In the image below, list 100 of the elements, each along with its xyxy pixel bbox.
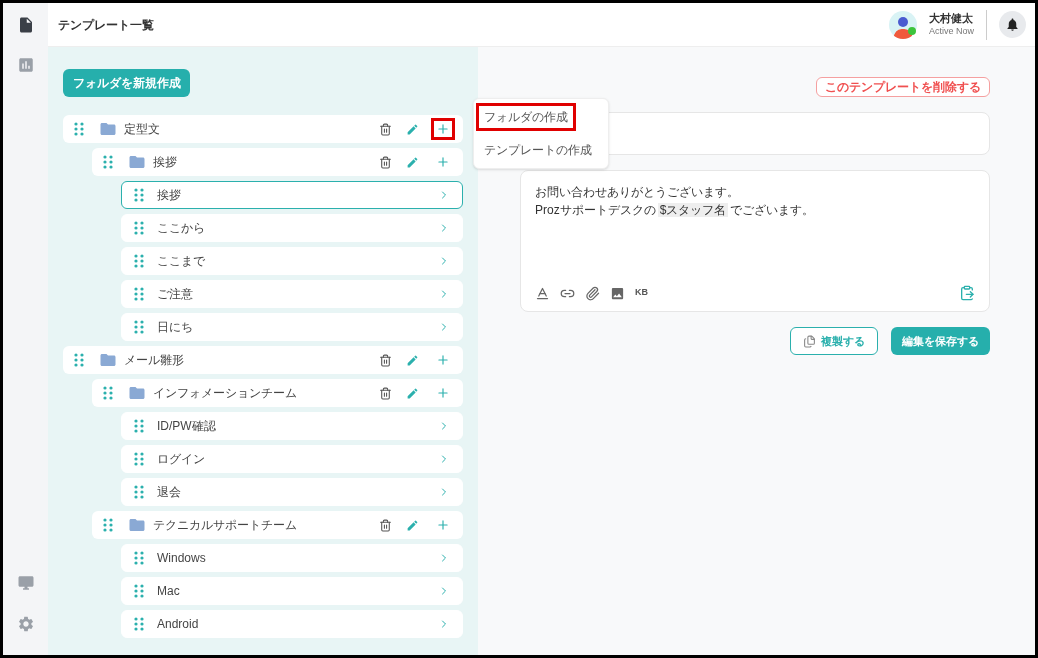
- drag-handle-icon[interactable]: [74, 353, 84, 367]
- drag-handle-icon[interactable]: [134, 419, 144, 433]
- pencil-icon: [405, 518, 419, 532]
- pencil-icon: [405, 122, 419, 136]
- folder-icon: [99, 351, 117, 369]
- template-name: Android: [157, 616, 199, 633]
- template-name: ログイン: [157, 451, 205, 468]
- template-name: 挨拶: [157, 187, 181, 204]
- pencil-icon: [405, 386, 419, 400]
- template-row[interactable]: ここまで: [121, 247, 463, 275]
- drag-handle-icon[interactable]: [74, 122, 84, 136]
- image-button[interactable]: [610, 285, 625, 301]
- trash-icon: [378, 353, 392, 367]
- template-name: Mac: [157, 583, 180, 600]
- template-name: 退会: [157, 484, 181, 501]
- paperclip-icon: [585, 285, 600, 301]
- notifications-button[interactable]: [999, 11, 1026, 38]
- pencil-icon: [405, 353, 419, 367]
- template-name: Windows: [157, 550, 206, 567]
- folder-row[interactable]: 挨拶: [92, 148, 463, 176]
- message-editor[interactable]: お問い合わせありがとうございます。 Prozサポートデスクの $スタッフ名 でございます。 KB: [520, 170, 990, 312]
- user-avatar: [889, 10, 917, 39]
- user-status: Active Now: [929, 25, 974, 37]
- delete-button[interactable]: [377, 385, 393, 401]
- plus-icon: [436, 155, 450, 169]
- template-name: ID/PW確認: [157, 418, 216, 435]
- paste-button[interactable]: [959, 285, 975, 301]
- template-name: ここまで: [157, 253, 205, 270]
- folder-row[interactable]: 定型文: [63, 115, 463, 143]
- message-line: お問い合わせありがとうございます。: [535, 184, 740, 201]
- template-row[interactable]: ここから: [121, 214, 463, 242]
- kb-button[interactable]: KB: [635, 286, 648, 300]
- drag-handle-icon[interactable]: [134, 617, 144, 631]
- delete-button[interactable]: [377, 517, 393, 533]
- template-row[interactable]: ご注意: [121, 280, 463, 308]
- folder-name: メール雛形: [124, 352, 184, 369]
- monitor-icon: [16, 574, 35, 592]
- drag-handle-icon[interactable]: [134, 584, 144, 598]
- template-row[interactable]: Mac: [121, 577, 463, 605]
- user-name: 大村健太: [929, 12, 974, 26]
- page-title: テンプレート一覧: [58, 16, 154, 34]
- plus-icon: [436, 122, 450, 136]
- folder-icon: [128, 384, 146, 402]
- folder-row[interactable]: テクニカルサポートチーム: [92, 511, 463, 539]
- folder-row[interactable]: インフォメーションチーム: [92, 379, 463, 407]
- template-name: 日にち: [157, 319, 193, 336]
- drag-handle-icon[interactable]: [134, 188, 144, 202]
- bell-icon: [1005, 17, 1020, 32]
- drag-handle-icon[interactable]: [134, 287, 144, 301]
- copy-icon: [803, 334, 816, 348]
- template-row[interactable]: 退会: [121, 478, 463, 506]
- template-row[interactable]: Android: [121, 610, 463, 638]
- text-format-icon: [535, 285, 550, 301]
- trash-icon: [378, 122, 392, 136]
- chart-button[interactable]: [16, 56, 35, 74]
- plus-icon: [436, 518, 450, 532]
- chart-icon: [16, 56, 35, 74]
- delete-button[interactable]: [377, 352, 393, 368]
- message-line: Prozサポートデスクの $スタッフ名 でございます。: [535, 202, 816, 219]
- menu-item[interactable]: フォルダの作成: [476, 103, 576, 131]
- trash-icon: [378, 386, 392, 400]
- folder-icon: [128, 153, 146, 171]
- drag-handle-icon[interactable]: [103, 518, 113, 532]
- folder-icon: [99, 120, 117, 138]
- text-format-button[interactable]: [535, 285, 550, 301]
- drag-handle-icon[interactable]: [103, 386, 113, 400]
- trash-icon: [378, 155, 392, 169]
- gear-icon: [16, 615, 35, 633]
- clipboard-icon: [959, 285, 975, 301]
- attach-button[interactable]: [585, 285, 600, 301]
- drag-handle-icon[interactable]: [134, 485, 144, 499]
- template-row[interactable]: 挨拶: [121, 181, 463, 209]
- plus-icon: [436, 353, 450, 367]
- trash-icon: [378, 518, 392, 532]
- template-row[interactable]: Windows: [121, 544, 463, 572]
- folder-row[interactable]: メール雛形: [63, 346, 463, 374]
- drag-handle-icon[interactable]: [134, 551, 144, 565]
- settings-button[interactable]: [16, 615, 35, 633]
- pencil-icon: [405, 155, 419, 169]
- plus-icon: [436, 386, 450, 400]
- template-row[interactable]: ログイン: [121, 445, 463, 473]
- template-row[interactable]: ID/PW確認: [121, 412, 463, 440]
- template-row[interactable]: 日にち: [121, 313, 463, 341]
- delete-template-button[interactable]: このテンプレートを削除する: [816, 77, 990, 97]
- delete-button[interactable]: [377, 121, 393, 137]
- drag-handle-icon[interactable]: [134, 320, 144, 334]
- folder-name: インフォメーションチーム: [153, 385, 297, 402]
- folder-name: テクニカルサポートチーム: [153, 517, 297, 534]
- drag-handle-icon[interactable]: [134, 221, 144, 235]
- delete-button[interactable]: [377, 154, 393, 170]
- drag-handle-icon[interactable]: [134, 452, 144, 466]
- menu-item[interactable]: テンプレートの作成: [476, 136, 600, 164]
- template-name: ご注意: [157, 286, 193, 303]
- folder-icon: [128, 516, 146, 534]
- monitor-button[interactable]: [16, 574, 35, 592]
- folder-name: 挨拶: [153, 154, 177, 171]
- drag-handle-icon[interactable]: [134, 254, 144, 268]
- add-button[interactable]: [431, 118, 455, 140]
- image-icon: [610, 285, 625, 301]
- drag-handle-icon[interactable]: [103, 155, 113, 169]
